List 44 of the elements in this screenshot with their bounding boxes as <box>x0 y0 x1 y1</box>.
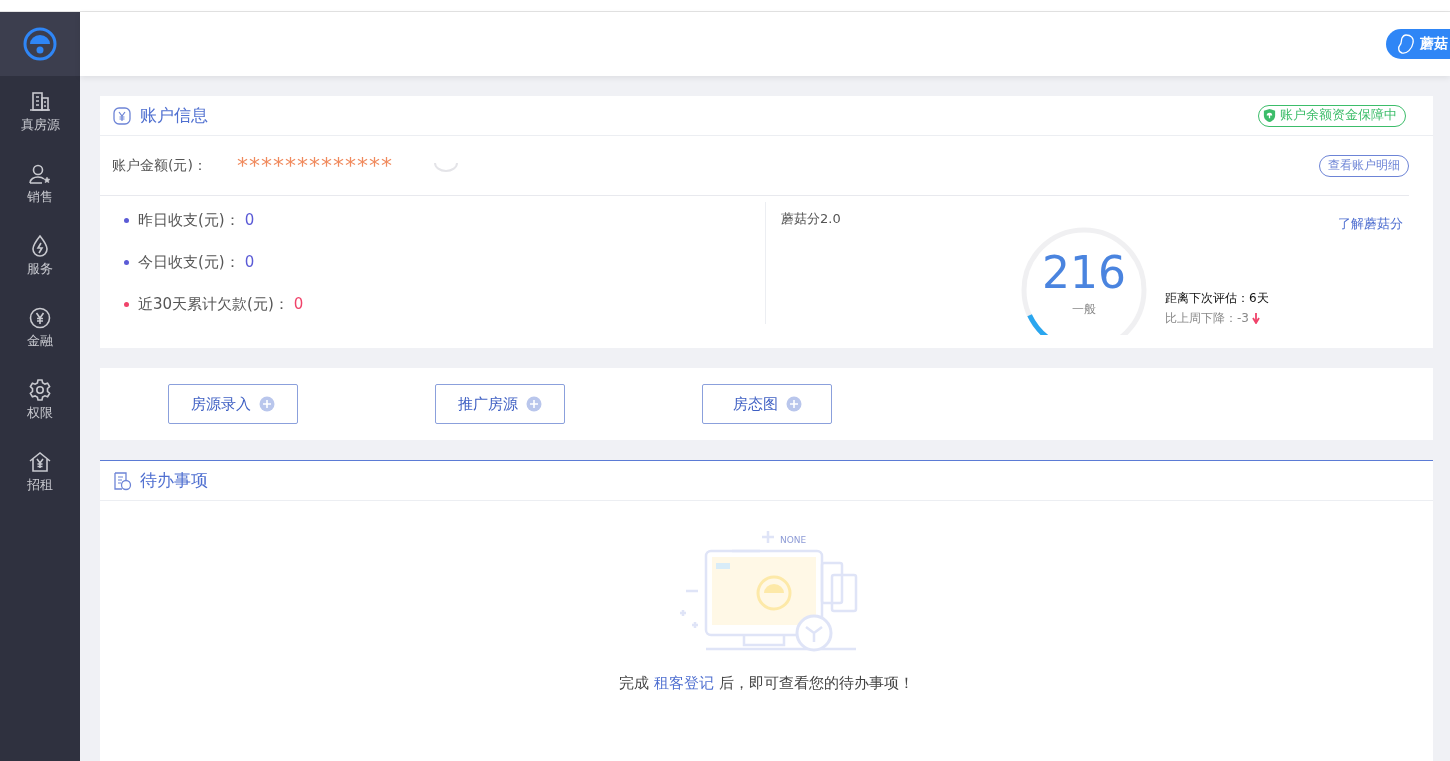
stat-value: 0 <box>244 253 255 271</box>
down-arrow-icon <box>1251 313 1260 324</box>
sidebar-item[interactable]: 权限 <box>27 378 53 436</box>
account-detail-button[interactable]: 查看账户明细 <box>1319 154 1409 177</box>
sidebar-item[interactable]: 销售 <box>27 162 53 220</box>
action-button[interactable]: 房态图 <box>702 384 832 424</box>
empty-message: 完成 租客登记 后，即可查看您的待办事项！ <box>619 674 914 693</box>
sidebar-item[interactable]: 服务 <box>27 234 53 292</box>
yen-coin-icon <box>28 306 52 330</box>
stat-label: 今日收支(元)： <box>138 252 240 272</box>
sidebar-item[interactable]: 招租 <box>27 450 53 508</box>
yen-icon <box>112 105 132 126</box>
stat-value: 0 <box>293 295 304 313</box>
score-title: 蘑菇分2.0 <box>781 210 841 228</box>
score-value: 216 <box>1041 251 1127 295</box>
plus-icon <box>259 396 275 412</box>
house-yen-icon <box>28 450 52 474</box>
sidebar-item[interactable]: 金融 <box>27 306 53 364</box>
document-icon <box>112 470 132 491</box>
card-title: 待办事项 <box>140 469 208 492</box>
action-button[interactable]: 推广房源 <box>435 384 565 424</box>
next-evaluation: 距离下次评估：6天 <box>1165 290 1269 307</box>
user-star-icon <box>28 162 52 186</box>
none-caption: NONE <box>779 535 806 545</box>
balance-label: 账户金额(元)： <box>112 156 207 175</box>
stat-label: 近30天累计欠款(元)： <box>138 294 289 314</box>
settings-icon <box>28 378 52 402</box>
building-icon <box>28 90 52 114</box>
score-info-link[interactable]: 了解蘑菇分 <box>1338 216 1403 233</box>
score-grade: 一般 <box>1071 301 1097 318</box>
score-change: 比上周下降：-3 <box>1165 310 1249 327</box>
header-button[interactable]: 蘑菇 <box>1386 29 1450 59</box>
sidebar-item[interactable]: 真房源 <box>20 90 60 148</box>
stat-label: 昨日收支(元)： <box>138 210 240 230</box>
bean-icon <box>1396 33 1416 55</box>
plus-icon <box>526 396 542 412</box>
action-button[interactable]: 房源录入 <box>168 384 298 424</box>
balance-value: ************* <box>236 153 393 178</box>
mushroom-logo-icon <box>23 27 57 61</box>
card-title: 账户信息 <box>140 104 208 127</box>
shield-icon <box>1262 108 1277 123</box>
plus-icon <box>785 396 802 412</box>
tenant-register-link[interactable]: 租客登记 <box>654 675 714 691</box>
stat-value: 0 <box>244 211 255 229</box>
